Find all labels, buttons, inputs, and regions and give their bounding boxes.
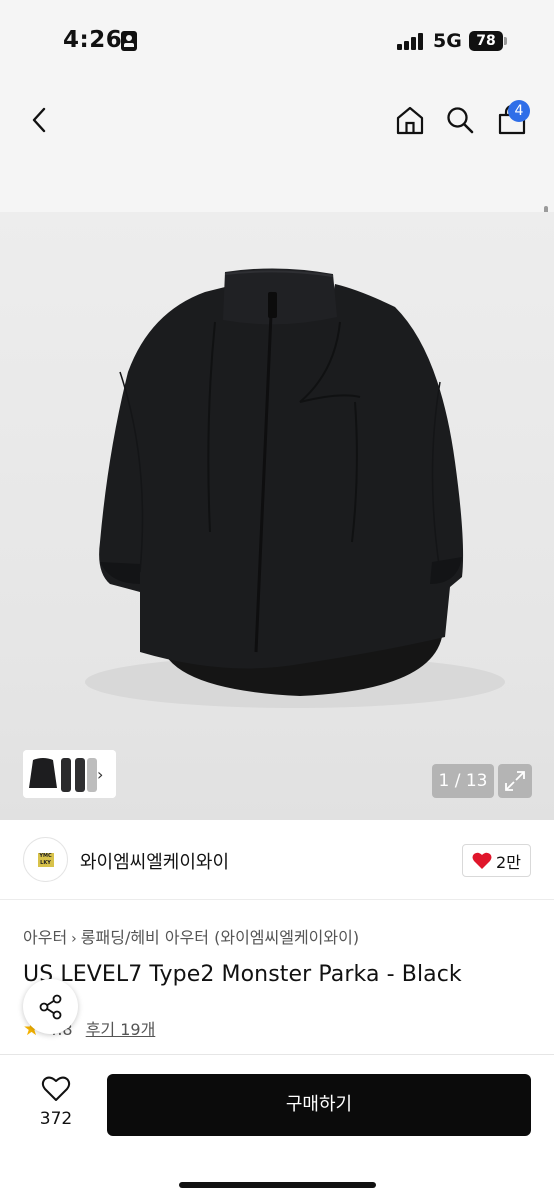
home-indicator bbox=[179, 1182, 376, 1188]
shop-like-count: 2만 bbox=[496, 852, 521, 872]
breadcrumb-subcategory[interactable]: 롱패딩/헤비 아우터 (와이엠씨엘케이와이) bbox=[81, 928, 359, 947]
back-button[interactable] bbox=[18, 98, 62, 142]
breadcrumb-separator-icon: › bbox=[71, 931, 77, 947]
product-title: US LEVEL7 Type2 Monster Parka - Black bbox=[23, 962, 462, 987]
heart-filled-icon bbox=[472, 852, 492, 869]
shop-logo[interactable]: YMC LKY bbox=[23, 837, 68, 882]
back-chevron-icon bbox=[32, 107, 46, 133]
bottom-action-bar: 372 구매하기 bbox=[0, 1054, 554, 1200]
buy-button[interactable]: 구매하기 bbox=[107, 1074, 531, 1136]
nav-header: 4 bbox=[0, 84, 554, 268]
thumbnail-more-icon[interactable]: › bbox=[97, 765, 103, 784]
shop-name[interactable]: 와이엠씨엘케이와이 bbox=[80, 848, 229, 874]
search-button[interactable] bbox=[438, 98, 482, 142]
breadcrumb-category[interactable]: 아우터 bbox=[23, 928, 67, 947]
contact-card-icon bbox=[121, 31, 137, 51]
review-count-link[interactable]: 후기 19개 bbox=[86, 1020, 156, 1039]
expand-icon bbox=[505, 771, 525, 791]
network-type: 5G bbox=[433, 30, 462, 52]
battery-icon: 78 bbox=[469, 31, 503, 51]
status-bar: 4:26 5G 78 bbox=[0, 0, 554, 84]
cart-count-badge: 4 bbox=[508, 100, 530, 122]
image-page-counter: 1 / 13 bbox=[432, 764, 494, 798]
share-icon bbox=[39, 994, 61, 1019]
shop-row[interactable]: YMC LKY 와이엠씨엘케이와이 2만 bbox=[0, 820, 554, 900]
search-icon bbox=[447, 107, 474, 134]
home-icon bbox=[396, 106, 424, 135]
product-image[interactable] bbox=[0, 212, 554, 820]
home-button[interactable] bbox=[388, 98, 432, 142]
status-time: 4:26 bbox=[63, 27, 123, 53]
shop-like-button[interactable]: 2만 bbox=[462, 844, 531, 877]
expand-button[interactable] bbox=[498, 764, 532, 798]
heart-outline-icon bbox=[41, 1076, 71, 1101]
parka-photo bbox=[85, 268, 505, 708]
cellular-signal-icon bbox=[397, 33, 425, 50]
battery-cap bbox=[504, 37, 507, 45]
shop-logo-text: YMC LKY bbox=[37, 852, 54, 867]
breadcrumb: 아우터 › 롱패딩/헤비 아우터 (와이엠씨엘케이와이) bbox=[23, 924, 359, 948]
wishlist-count: 372 bbox=[39, 1109, 73, 1129]
share-button[interactable] bbox=[23, 979, 78, 1034]
